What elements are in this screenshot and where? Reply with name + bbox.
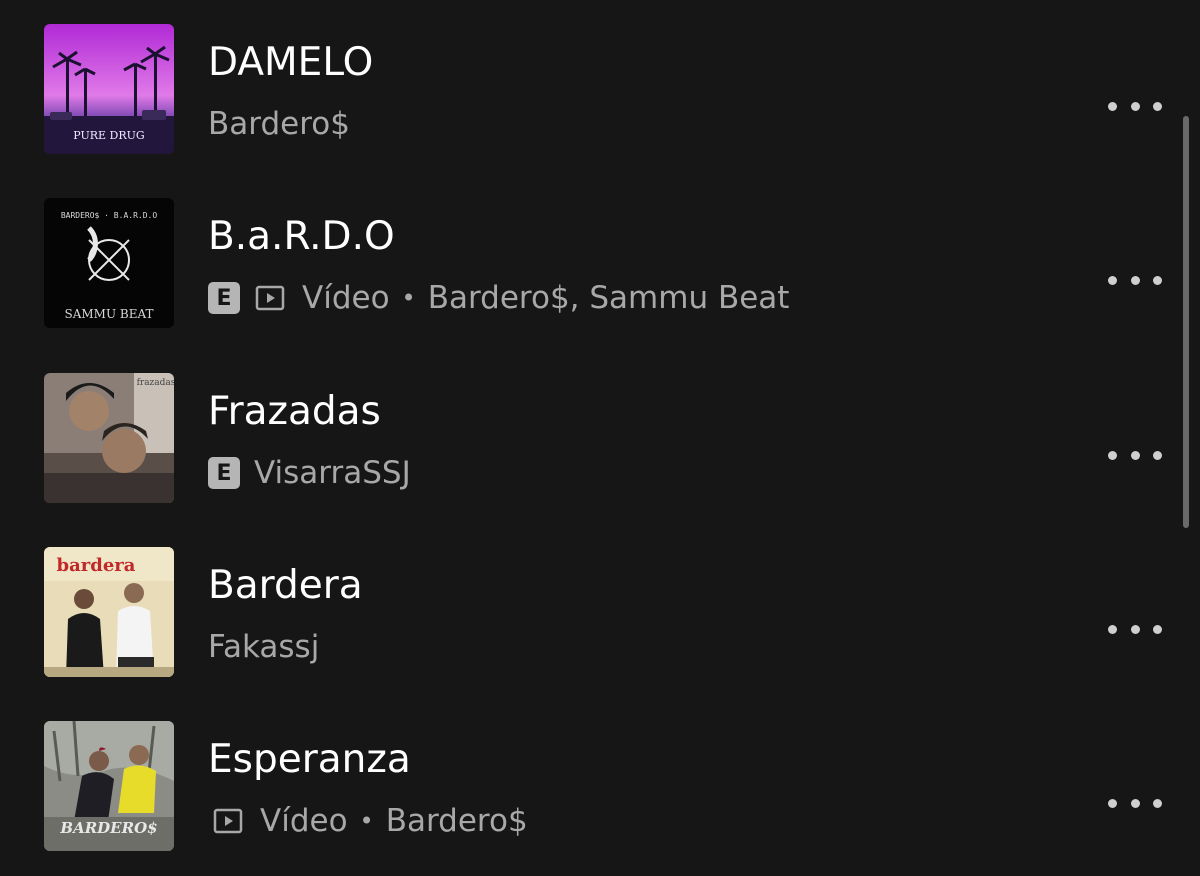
- track-title: Frazadas: [208, 389, 381, 434]
- more-horizontal-icon: [1108, 275, 1117, 285]
- more-options-button[interactable]: [1108, 268, 1162, 292]
- more-options-button[interactable]: [1108, 443, 1162, 467]
- more-horizontal-icon: [1108, 798, 1117, 808]
- separator: •: [359, 807, 374, 835]
- track-meta: Fakassj: [208, 627, 319, 667]
- video-label: Vídeo: [302, 280, 390, 316]
- track-meta: E Vídeo • Bardero$, Sammu Beat: [208, 278, 789, 318]
- more-options-button[interactable]: [1108, 94, 1162, 118]
- explicit-badge: E: [208, 457, 240, 489]
- video-label: Vídeo: [260, 803, 348, 839]
- track-meta: Vídeo • Bardero$: [208, 801, 528, 841]
- album-cover: BARDERO$: [44, 721, 174, 851]
- cover-text: PURE DRUG: [73, 129, 144, 142]
- cover-text: BARDERO$ · B.A.R.D.O: [61, 211, 158, 220]
- track-artists: Bardero$, Sammu Beat: [427, 280, 790, 316]
- cover-text: frazadas: [137, 378, 174, 388]
- track-artists: Bardero$: [385, 803, 528, 839]
- track-row-bardo[interactable]: BARDERO$ · B.A.R.D.O SAMMU BEAT B.a.R.D.…: [0, 198, 1180, 372]
- cover-text: bardera: [57, 555, 136, 576]
- scrollbar[interactable]: [1183, 116, 1189, 528]
- track-title: B.a.R.D.O: [208, 214, 395, 259]
- album-cover: PURE DRUG: [44, 24, 174, 154]
- more-horizontal-icon: [1108, 624, 1117, 634]
- album-cover: frazadas: [44, 373, 174, 503]
- track-artists: VisarraSSJ: [254, 455, 411, 491]
- track-artists: Fakassj: [208, 629, 320, 665]
- more-horizontal-icon: [1108, 450, 1117, 460]
- separator: •: [401, 284, 416, 312]
- cover-text: BARDERO$: [59, 819, 157, 837]
- track-title: Esperanza: [208, 737, 411, 782]
- album-cover: BARDERO$ · B.A.R.D.O SAMMU BEAT: [44, 198, 174, 328]
- track-title: DAMELO: [208, 40, 374, 85]
- track-title: Bardera: [208, 563, 363, 608]
- explicit-badge: E: [208, 282, 240, 314]
- video-icon: [212, 805, 244, 837]
- more-options-button[interactable]: [1108, 791, 1162, 815]
- track-list: PURE DRUG DAMELO Bardero$ BARDERO$ · B.A…: [0, 0, 1200, 876]
- track-row-damelo[interactable]: PURE DRUG DAMELO Bardero$: [0, 24, 1180, 198]
- track-artists: Bardero$: [208, 106, 350, 142]
- track-meta: Bardero$: [208, 104, 350, 144]
- more-horizontal-icon: [1108, 101, 1117, 111]
- track-row-bardera[interactable]: bardera Bardera Fakassj: [0, 547, 1180, 721]
- album-cover: bardera: [44, 547, 174, 677]
- track-row-esperanza[interactable]: BARDERO$ Esperanza Vídeo • Bardero$: [0, 721, 1180, 876]
- track-row-frazadas[interactable]: frazadas Frazadas E VisarraSSJ: [0, 373, 1180, 547]
- more-options-button[interactable]: [1108, 617, 1162, 641]
- video-icon: [254, 282, 286, 314]
- track-meta: E VisarraSSJ: [208, 453, 411, 493]
- cover-text-secondary: SAMMU BEAT: [65, 307, 154, 321]
